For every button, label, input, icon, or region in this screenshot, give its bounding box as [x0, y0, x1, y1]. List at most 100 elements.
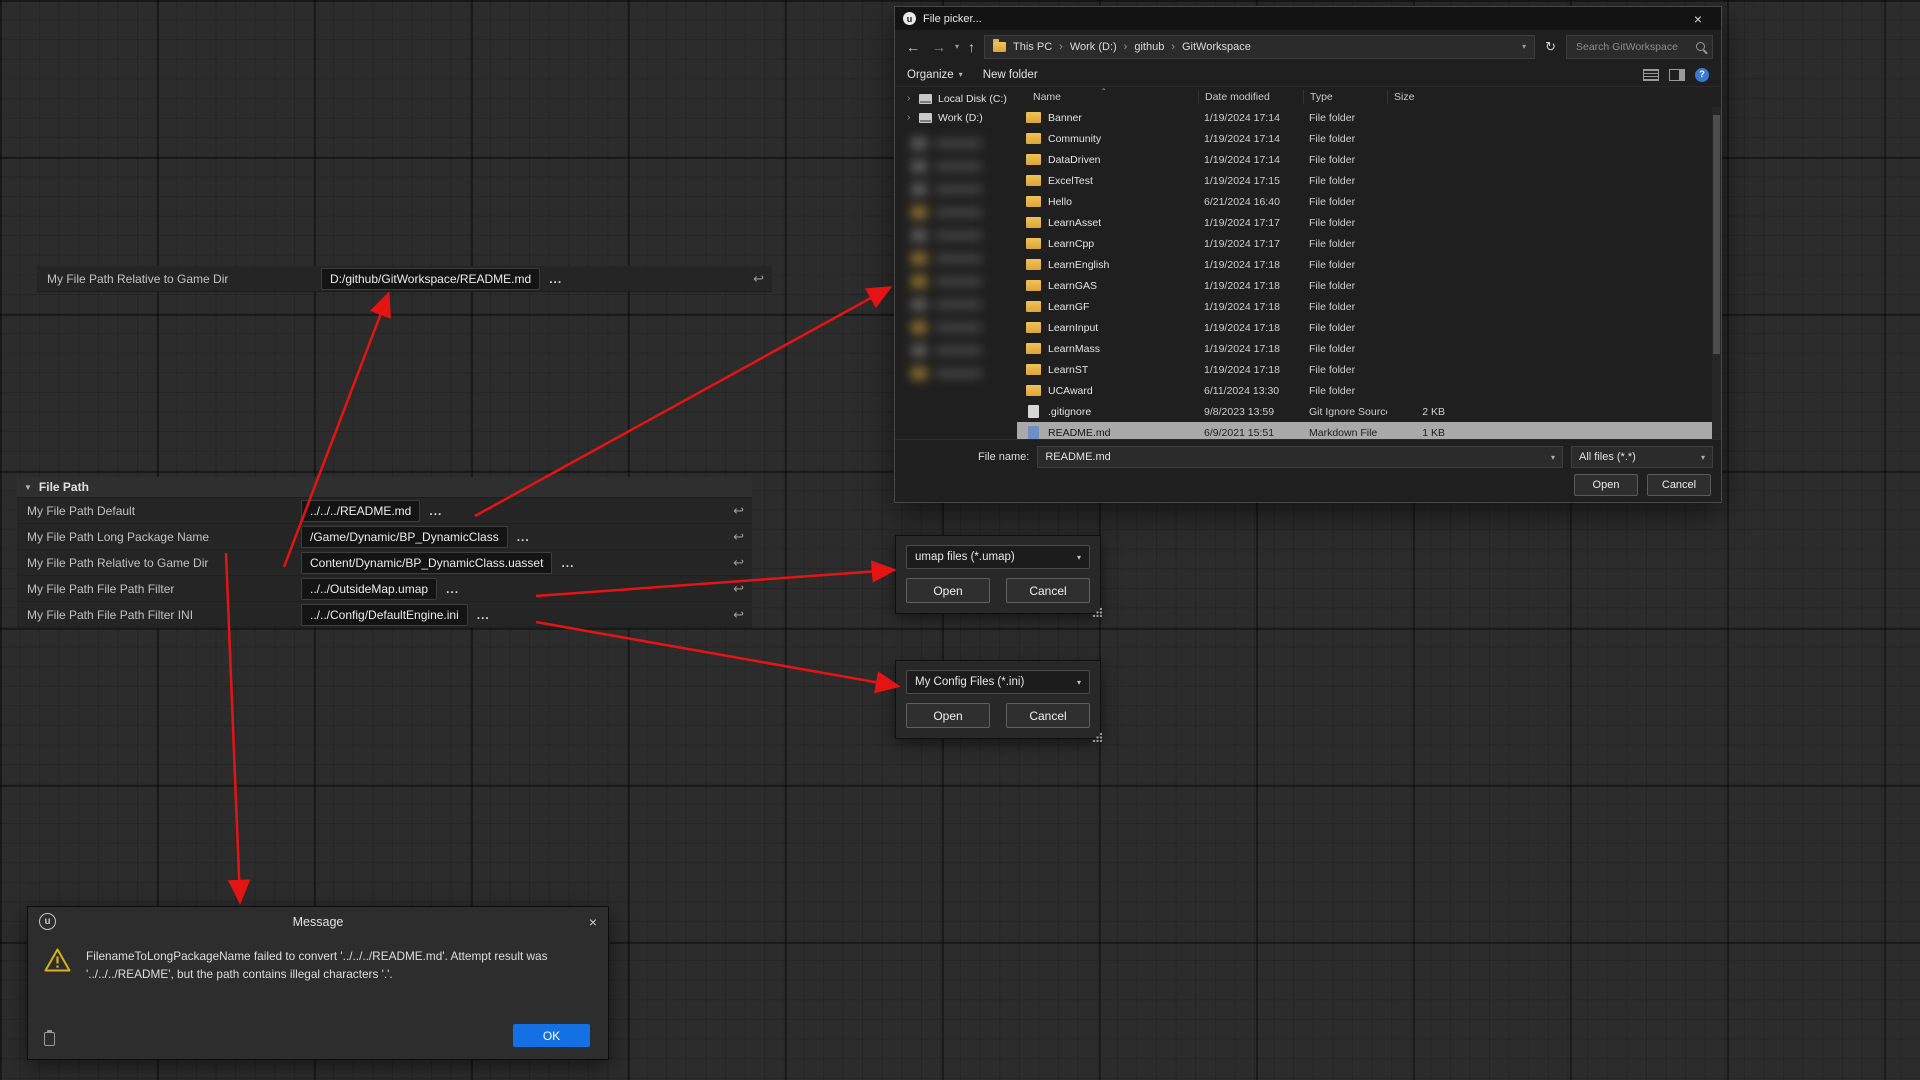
file-row[interactable]: Banner 1/19/2024 17:14 File folder	[1017, 107, 1721, 128]
cancel-button[interactable]: Cancel	[1006, 703, 1090, 728]
file-date: 6/9/2021 15:51	[1198, 427, 1303, 439]
path-text-field[interactable]: ../../Config/DefaultEngine.ini	[301, 604, 468, 626]
reset-to-default-icon[interactable]: ↩	[733, 503, 744, 519]
file-row[interactable]: LearnST 1/19/2024 17:18 File folder	[1017, 359, 1721, 380]
help-icon[interactable]: ?	[1695, 68, 1709, 82]
folder-icon	[993, 42, 1006, 52]
column-header-name[interactable]: ˆ Name	[1017, 91, 1198, 103]
file-date: 6/21/2024 16:40	[1198, 196, 1303, 208]
file-row[interactable]: Community 1/19/2024 17:14 File folder	[1017, 128, 1721, 149]
file-row[interactable]: LearnInput 1/19/2024 17:18 File folder	[1017, 317, 1721, 338]
file-type: File folder	[1303, 301, 1387, 313]
sidebar-item-work-d[interactable]: › Work (D:)	[895, 108, 1017, 127]
tree-chevron-icon[interactable]: ›	[907, 93, 913, 104]
open-button[interactable]: Open	[1574, 474, 1638, 496]
tree-chevron-icon[interactable]: ›	[907, 112, 913, 123]
file-path-section: ▼ File Path My File Path Default ../../.…	[17, 477, 752, 628]
browse-ellipsis-button[interactable]: ...	[517, 530, 530, 544]
ok-button[interactable]: OK	[513, 1024, 590, 1047]
browse-ellipsis-button[interactable]: ...	[477, 608, 490, 622]
reset-to-default-icon[interactable]: ↩	[753, 271, 764, 287]
new-folder-button[interactable]: New folder	[983, 69, 1038, 81]
refresh-icon[interactable]: ↻	[1541, 39, 1560, 55]
message-title-bar[interactable]: u Message ×	[28, 907, 608, 936]
reset-to-default-icon[interactable]: ↩	[733, 555, 744, 571]
close-icon[interactable]: ×	[1683, 11, 1713, 27]
file-name: LearnST	[1048, 364, 1088, 376]
file-row[interactable]: UCAward 6/11/2024 13:30 File folder	[1017, 380, 1721, 401]
file-date: 1/19/2024 17:17	[1198, 217, 1303, 229]
file-row[interactable]: ExcelTest 1/19/2024 17:15 File folder	[1017, 170, 1721, 191]
path-text-field[interactable]: /Game/Dynamic/BP_DynamicClass	[301, 526, 508, 548]
file-name: .gitignore	[1048, 406, 1091, 418]
file-row[interactable]: DataDriven 1/19/2024 17:14 File folder	[1017, 149, 1721, 170]
change-view-icon[interactable]	[1643, 69, 1659, 81]
open-button[interactable]: Open	[906, 703, 990, 728]
browse-ellipsis-button[interactable]: ...	[446, 582, 459, 596]
search-input[interactable]	[1574, 40, 1691, 54]
title-bar[interactable]: u File picker... ×	[895, 7, 1721, 30]
file-name-combo[interactable]: README.md ▾	[1037, 446, 1563, 468]
organize-button[interactable]: Organize ▾	[907, 69, 963, 81]
breadcrumb-github[interactable]: github	[1134, 41, 1164, 53]
file-type-filter-select[interactable]: My Config Files (*.ini) ▾	[906, 670, 1090, 694]
column-header-date-modified[interactable]: Date modified	[1198, 90, 1303, 104]
path-text-field[interactable]: D:/github/GitWorkspace/README.md	[321, 268, 540, 290]
path-text-field[interactable]: ../../OutsideMap.umap	[301, 578, 437, 600]
file-row[interactable]: LearnGAS 1/19/2024 17:18 File folder	[1017, 275, 1721, 296]
file-type-combo[interactable]: All files (*.*) ▾	[1571, 446, 1713, 468]
file-name: README.md	[1048, 427, 1110, 439]
scrollbar-thumb[interactable]	[1713, 115, 1720, 354]
reset-to-default-icon[interactable]: ↩	[733, 581, 744, 597]
open-button[interactable]: Open	[906, 578, 990, 603]
cancel-button[interactable]: Cancel	[1006, 578, 1090, 603]
file-row[interactable]: .gitignore 9/8/2023 13:59 Git Ignore Sou…	[1017, 401, 1721, 422]
history-dropdown-icon[interactable]: ▾	[955, 42, 959, 51]
column-header-type[interactable]: Type	[1303, 90, 1387, 104]
close-icon[interactable]: ×	[589, 914, 597, 930]
breadcrumb[interactable]: This PC › Work (D:) › github › GitWorksp…	[984, 35, 1535, 59]
file-path-section-header[interactable]: ▼ File Path	[17, 477, 752, 498]
file-row[interactable]: Hello 6/21/2024 16:40 File folder	[1017, 191, 1721, 212]
file-row[interactable]: LearnAsset 1/19/2024 17:17 File folder	[1017, 212, 1721, 233]
browse-ellipsis-button[interactable]: ...	[549, 272, 562, 286]
breadcrumb-work-d[interactable]: Work (D:)	[1070, 41, 1117, 53]
path-text-field[interactable]: Content/Dynamic/BP_DynamicClass.uasset	[301, 552, 552, 574]
file-name: LearnGF	[1048, 301, 1089, 313]
copy-to-clipboard-icon[interactable]	[44, 1032, 55, 1046]
file-row[interactable]: LearnMass 1/19/2024 17:18 File folder	[1017, 338, 1721, 359]
file-type: File folder	[1303, 112, 1387, 124]
forward-icon[interactable]: →	[929, 39, 949, 55]
address-dropdown-icon[interactable]: ▾	[1522, 42, 1526, 51]
property-row-relative-to-game-dir-2: My File Path Relative to Game Dir Conten…	[17, 550, 752, 576]
folder-icon	[1026, 301, 1041, 312]
property-row-relative-to-game-dir: My File Path Relative to Game Dir D:/git…	[37, 266, 772, 292]
file-row[interactable]: LearnEnglish 1/19/2024 17:18 File folder	[1017, 254, 1721, 275]
file-type: File folder	[1303, 238, 1387, 250]
browse-ellipsis-button[interactable]: ...	[561, 556, 574, 570]
file-date: 6/11/2024 13:30	[1198, 385, 1303, 397]
cancel-button[interactable]: Cancel	[1647, 474, 1711, 496]
reset-to-default-icon[interactable]: ↩	[733, 607, 744, 623]
property-label: My File Path Default	[17, 504, 301, 518]
file-type-filter-select[interactable]: umap files (*.umap) ▾	[906, 545, 1090, 569]
file-date: 1/19/2024 17:18	[1198, 301, 1303, 313]
path-text-field[interactable]: ../../../README.md	[301, 500, 420, 522]
back-icon[interactable]: ←	[903, 39, 923, 55]
sidebar-item-local-disk-c[interactable]: › Local Disk (C:)	[895, 89, 1017, 108]
breadcrumb-this-pc[interactable]: This PC	[1013, 41, 1052, 53]
up-icon[interactable]: ↑	[965, 39, 978, 55]
reset-to-default-icon[interactable]: ↩	[733, 529, 744, 545]
resize-grip[interactable]	[1092, 732, 1102, 742]
preview-pane-icon[interactable]	[1669, 69, 1685, 81]
vertical-scrollbar[interactable]	[1712, 107, 1721, 439]
file-row[interactable]: LearnGF 1/19/2024 17:18 File folder	[1017, 296, 1721, 317]
file-name-value: README.md	[1045, 451, 1110, 463]
property-label: My File Path Relative to Game Dir	[17, 556, 301, 570]
file-row-selected[interactable]: README.md 6/9/2021 15:51 Markdown File 1…	[1017, 422, 1721, 439]
column-header-size[interactable]: Size	[1387, 90, 1461, 104]
resize-grip[interactable]	[1092, 607, 1102, 617]
browse-ellipsis-button[interactable]: ...	[429, 504, 442, 518]
file-row[interactable]: LearnCpp 1/19/2024 17:17 File folder	[1017, 233, 1721, 254]
breadcrumb-gitworkspace[interactable]: GitWorkspace	[1182, 41, 1251, 53]
